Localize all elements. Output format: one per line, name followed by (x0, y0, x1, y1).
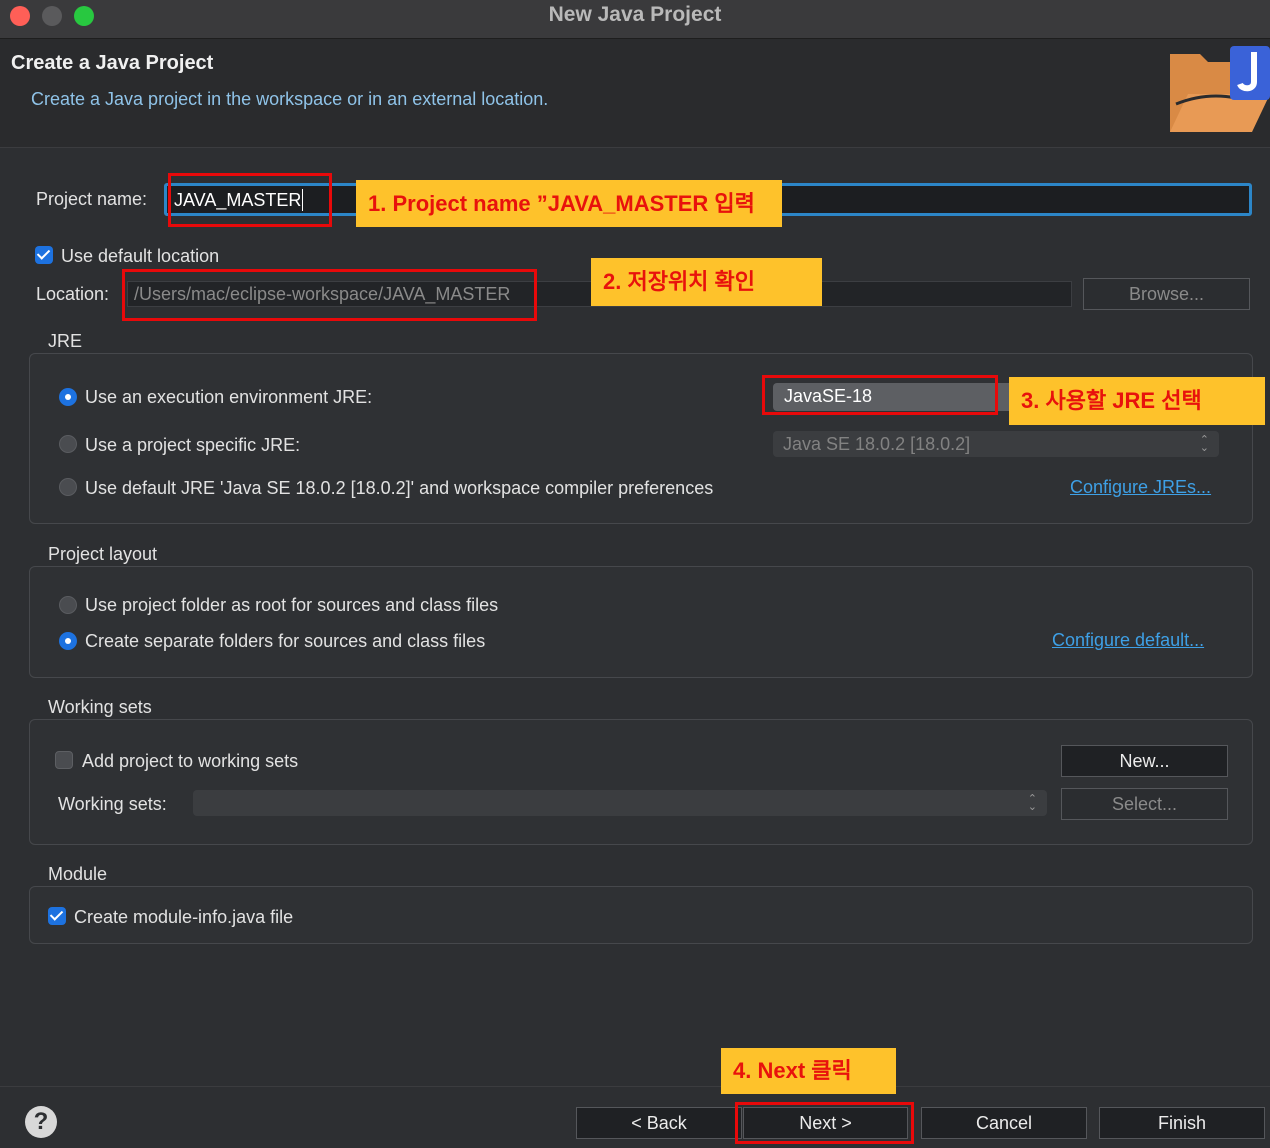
exec-env-radio[interactable] (59, 388, 77, 406)
select-arrows-icon: ⌃ ⌄ (1027, 793, 1037, 813)
layout-group-label: Project layout (48, 544, 158, 564)
use-default-location-checkbox[interactable] (35, 246, 53, 264)
folder-root-label: Use project folder as root for sources a… (85, 595, 499, 615)
use-default-location-label: Use default location (61, 246, 220, 266)
add-to-working-sets-checkbox[interactable] (55, 751, 73, 769)
module-group-label: Module (48, 864, 108, 884)
exec-env-label: Use an execution environment JRE: (85, 387, 373, 407)
configure-default-link[interactable]: Configure default... (1052, 630, 1204, 651)
default-jre-radio[interactable] (59, 478, 77, 496)
page-description: Create a Java project in the workspace o… (31, 89, 549, 109)
footer-divider (0, 1086, 1270, 1087)
project-name-label: Project name: (36, 189, 148, 209)
next-button-highlight (735, 1102, 914, 1144)
new-working-set-button[interactable]: New... (1061, 745, 1228, 777)
annotation-step4: 4. Next 클릭 (721, 1048, 896, 1094)
configure-jres-link[interactable]: Configure JREs... (1070, 477, 1211, 498)
location-highlight (122, 269, 537, 321)
help-icon[interactable]: ? (25, 1106, 57, 1138)
project-name-highlight (168, 173, 332, 227)
jre-select-highlight (762, 375, 998, 415)
jre-group-label: JRE (48, 331, 83, 351)
specific-jre-label: Use a project specific JRE: (85, 435, 301, 455)
page-title: Create a Java Project (11, 52, 214, 74)
window-title: New Java Project (548, 3, 722, 26)
select-arrows-icon: ⌃ ⌄ (1199, 434, 1209, 454)
annotation-step1: 1. Project name ”JAVA_MASTER 입력 (356, 180, 782, 227)
finish-button[interactable]: Finish (1099, 1107, 1265, 1139)
separate-folders-radio[interactable] (59, 632, 77, 650)
location-label: Location: (36, 284, 110, 304)
annotation-step2: 2. 저장위치 확인 (591, 258, 822, 306)
back-button[interactable]: < Back (576, 1107, 742, 1139)
select-working-sets-button[interactable]: Select... (1061, 788, 1228, 820)
create-module-info-checkbox[interactable] (48, 907, 66, 925)
create-module-info-label: Create module-info.java file (74, 907, 294, 927)
java-project-folder-icon (1166, 44, 1270, 136)
browse-button[interactable]: Browse... (1083, 278, 1250, 310)
specific-jre-value: Java SE 18.0.2 [18.0.2] (783, 434, 971, 454)
default-jre-label: Use default JRE 'Java SE 18.0.2 [18.0.2]… (85, 478, 714, 498)
working-sets-group (29, 719, 1253, 845)
cancel-button[interactable]: Cancel (921, 1107, 1087, 1139)
specific-jre-radio[interactable] (59, 435, 77, 453)
working-sets-select[interactable]: ⌃ ⌄ (193, 790, 1047, 816)
add-to-working-sets-label: Add project to working sets (82, 751, 299, 771)
layout-group (29, 566, 1253, 678)
working-sets-label: Working sets: (58, 794, 167, 814)
annotation-step3: 3. 사용할 JRE 선택 (1009, 377, 1265, 425)
working-sets-group-label: Working sets (48, 697, 152, 717)
folder-root-radio[interactable] (59, 596, 77, 614)
specific-jre-select[interactable]: Java SE 18.0.2 [18.0.2] ⌃ ⌄ (773, 431, 1219, 457)
separate-folders-label: Create separate folders for sources and … (85, 631, 486, 651)
